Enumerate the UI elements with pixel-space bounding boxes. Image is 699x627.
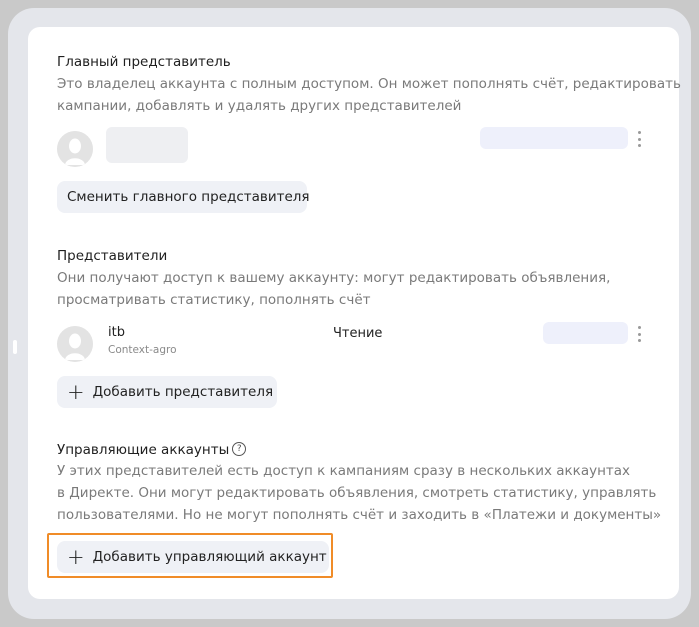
avatar: [57, 131, 93, 167]
button-label: Добавить представителя: [92, 384, 274, 400]
user-avatar-icon: [57, 326, 93, 362]
add-representative-button[interactable]: + Добавить представителя: [57, 376, 277, 408]
desc-line: пользователями. Но не могут пополнять сч…: [57, 507, 662, 523]
scroll-marker: [13, 340, 17, 354]
user-avatar-icon: [57, 131, 93, 167]
representative-login[interactable]: itb: [108, 325, 125, 340]
desc-line: Это владелец аккаунта с полным доступом.…: [57, 76, 681, 92]
main-representative-meta-placeholder: [480, 127, 628, 149]
help-circle-icon[interactable]: ?: [232, 442, 247, 456]
representatives-card: Главный представитель Это владелец аккау…: [28, 27, 681, 599]
representatives-desc: Они получают доступ к вашему аккаунту: м…: [57, 267, 610, 311]
representative-more-icon[interactable]: [634, 326, 644, 342]
managing-accounts-title-text: Управляющие аккаунты: [57, 442, 230, 458]
managing-accounts-title: Управляющие аккаунты?: [57, 442, 247, 458]
main-representative-more-icon[interactable]: [634, 131, 644, 147]
desc-line: в Директе. Они могут редактировать объяв…: [57, 485, 657, 501]
main-representative-name-placeholder: [106, 127, 188, 163]
desc-line: У этих представителей есть доступ к камп…: [57, 463, 631, 479]
representatives-title: Представители: [57, 248, 168, 264]
managing-accounts-desc: У этих представителей есть доступ к камп…: [57, 460, 661, 526]
representative-meta-placeholder: [543, 322, 628, 344]
representative-client: Context-agro: [108, 344, 177, 356]
desc-line: просматривать статистику, пополнять счёт: [57, 292, 371, 308]
main-representative-desc: Это владелец аккаунта с полным доступом.…: [57, 73, 681, 117]
main-representative-title: Главный представитель: [57, 54, 231, 70]
highlight-frame: [47, 533, 333, 578]
plus-icon: +: [67, 379, 85, 404]
avatar: [57, 326, 93, 362]
desc-line: Они получают доступ к вашему аккаунту: м…: [57, 270, 611, 286]
button-label: Сменить главного представителя: [67, 189, 310, 205]
desc-line: кампании, добавлять и удалять других пре…: [57, 98, 462, 114]
change-main-representative-button[interactable]: Сменить главного представителя: [57, 181, 310, 213]
representative-role[interactable]: Чтение: [333, 326, 382, 341]
